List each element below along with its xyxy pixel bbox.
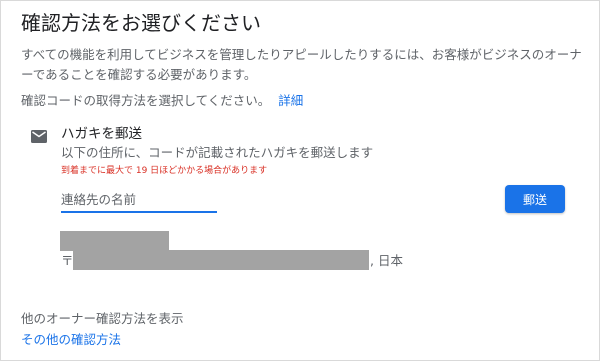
contact-name-input[interactable] [61,189,217,210]
address-country: , 日本 [370,253,403,268]
postcard-option-title[interactable]: ハガキを郵送 [61,125,142,143]
description-text: すべての機能を利用してビジネスを管理したりアピールしたりするには、お客様がビジネ… [21,47,582,82]
contact-name-field [61,189,217,213]
send-postcard-button[interactable]: 郵送 [505,185,565,213]
other-methods-heading: 他のオーナー確認方法を表示 [21,311,184,326]
verification-dialog: 確認方法をお選びください すべての機能を利用してビジネスを管理したりアピールした… [0,0,600,361]
postcard-option-subtitle: 以下の住所に、コードが記載されたハガキを郵送します [61,145,374,160]
select-method-line: 確認コードの取得方法を選択してください。 詳細 [21,92,303,110]
delivery-warning: 到着までに最大で 19 日ほどかかる場合があります [61,166,268,176]
redacted-address-line-2 [73,250,369,270]
select-method-prompt: 確認コードの取得方法を選択してください。 [21,93,271,108]
page-title: 確認方法をお選びください [21,11,261,35]
mail-icon [31,128,47,143]
details-link[interactable]: 詳細 [278,93,303,108]
address-postal-mark: 〒 [61,253,74,268]
other-methods-link[interactable]: その他の確認方法 [21,331,121,349]
redacted-address-line-1 [60,231,169,251]
